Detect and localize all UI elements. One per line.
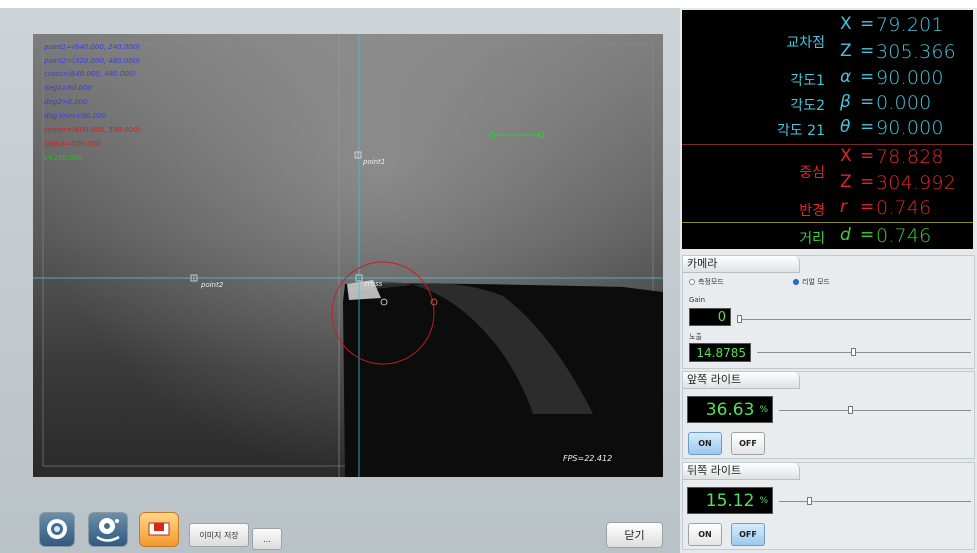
gain-slider-thumb[interactable]: [737, 315, 742, 323]
exposure-value: 14.8785: [689, 343, 751, 362]
angle1-row: 각도1 α = 90.000: [790, 67, 944, 89]
back-light-slider-thumb[interactable]: [807, 497, 812, 505]
gain-value: 0: [689, 308, 731, 326]
back-light-value: 15.12: [705, 490, 755, 511]
center-z-value: 304.992: [876, 172, 956, 194]
camera-lens-button[interactable]: [39, 512, 75, 547]
front-light-off-button[interactable]: OFF: [731, 432, 765, 455]
real-mode-radio[interactable]: 리얼 모드: [793, 277, 830, 287]
radio-on-icon: [793, 279, 799, 285]
camera-settings-button[interactable]: [88, 512, 128, 547]
back-light-off-button[interactable]: OFF: [731, 523, 765, 546]
close-button[interactable]: 닫기: [606, 522, 663, 548]
back-light-unit: %: [759, 495, 768, 506]
front-light-slider-track[interactable]: [779, 410, 971, 411]
radio-off-icon: [689, 279, 695, 285]
front-light-unit: %: [759, 404, 768, 415]
radius-value: 0.746: [876, 197, 932, 219]
angle21-value: 90.000: [876, 117, 944, 139]
overlay-graphics: [33, 34, 663, 477]
camera-group-title: 카메라: [683, 256, 800, 273]
intersection-z-row: Z = 305.366: [840, 41, 956, 63]
overlay-line-center: center=(600.000, 530.000): [44, 126, 141, 134]
measure-tool-icon: [148, 522, 170, 536]
more-button[interactable]: ...: [252, 528, 282, 550]
front-light-group: 앞쪽 라이트 36.63 % ON OFF: [682, 371, 975, 459]
front-light-slider-thumb[interactable]: [848, 406, 853, 414]
camera-group: 카메라 측정모드 리얼 모드 Gain 0 노출 14.8785: [682, 255, 975, 369]
radius-row: 반경 r = 0.746: [799, 197, 932, 219]
camera-viewer[interactable]: point1=(640.000, 240.000) point2=(320.00…: [33, 34, 663, 477]
overlay-line-deg-lines: deg lines=90.000: [44, 112, 107, 120]
separator-olive: [682, 222, 973, 223]
angle2-row: 각도2 β = 0.000: [790, 92, 932, 114]
overlay-line-radius: radius=100.000: [44, 140, 101, 148]
point2-label: point2: [201, 281, 224, 289]
front-light-value-display: 36.63 %: [687, 396, 773, 423]
top-strip: [0, 0, 977, 8]
fps-readout: FPS=22.412: [563, 454, 613, 463]
angle21-row: 각도 21 θ = 90.000: [776, 117, 944, 139]
back-light-on-button[interactable]: ON: [688, 523, 722, 546]
overlay-line-cross: cross=(640.000, 480.000): [44, 70, 136, 78]
exposure-label: 노출: [689, 333, 702, 341]
center-z-row: Z = 304.992: [840, 172, 956, 194]
measure-mode-radio[interactable]: 측정모드: [689, 277, 724, 287]
overlay-line-length: L=100.000: [44, 154, 83, 162]
exposure-slider-track[interactable]: [757, 352, 971, 353]
save-image-button[interactable]: 이미지 저장: [189, 523, 249, 547]
back-light-title: 뒤쪽 라이트: [683, 463, 800, 480]
measurement-readout: X = 79.201 교차점 Z = 305.366 각도1 α = 90.00…: [682, 10, 973, 249]
overlay-line-deg2: deg2=0.000: [44, 98, 88, 106]
front-light-title: 앞쪽 라이트: [683, 372, 800, 389]
front-light-value: 36.63: [705, 399, 755, 420]
overlay-line-point1: point1=(640.000, 240.000): [44, 43, 140, 51]
front-light-on-button[interactable]: ON: [688, 432, 722, 455]
separator-red: [682, 144, 973, 145]
exposure-slider-thumb[interactable]: [851, 348, 856, 356]
overlay-line-point2: point2=(320.000, 480.000): [44, 57, 140, 65]
gain-label: Gain: [689, 296, 706, 304]
distance-row: 거리 d = 0.746: [799, 225, 932, 247]
angle1-value: 90.000: [876, 67, 944, 89]
intersection-z-value: 305.366: [876, 41, 956, 63]
camera-lens-icon: [47, 519, 67, 539]
distance-value: 0.746: [876, 225, 932, 247]
measure-tool-button[interactable]: [139, 512, 179, 547]
camera-settings-icon: [96, 518, 120, 542]
point1-label: point1: [363, 158, 386, 166]
gain-slider-track[interactable]: [737, 319, 971, 320]
back-light-group: 뒤쪽 라이트 15.12 % ON OFF: [682, 462, 975, 550]
overlay-line-deg1: deg1=90.000: [44, 84, 93, 92]
angle2-value: 0.000: [876, 92, 932, 114]
back-light-value-display: 15.12 %: [687, 487, 773, 514]
cross-label: cross: [364, 280, 383, 288]
